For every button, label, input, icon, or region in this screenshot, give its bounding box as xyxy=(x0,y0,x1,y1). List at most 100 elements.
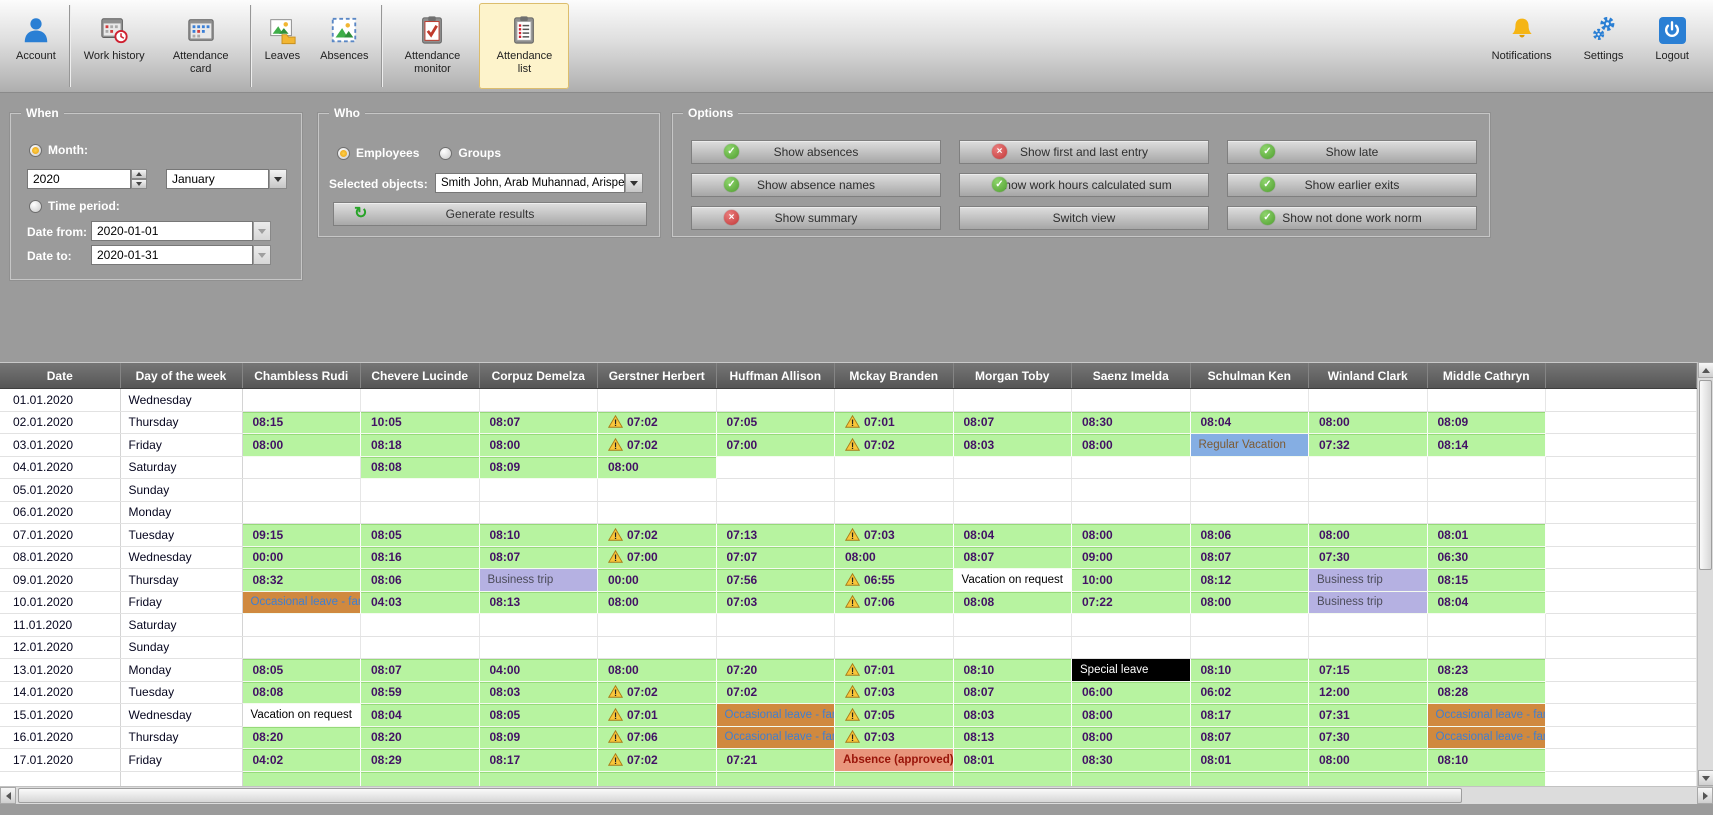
empty-cell[interactable] xyxy=(479,389,598,412)
entry-cell[interactable]: 08:20 xyxy=(361,726,480,749)
entry-cell[interactable]: 08:00 xyxy=(242,434,361,457)
entry-cell[interactable]: 08:10 xyxy=(1427,749,1546,772)
option-button-show-summary[interactable]: ×Show summary xyxy=(691,206,941,230)
day-of-week-cell[interactable]: Thursday xyxy=(120,569,242,592)
date-cell[interactable]: 05.01.2020 xyxy=(0,479,120,502)
toolbar-item-attendance-card[interactable]: Attendance card xyxy=(156,3,246,89)
empty-cell[interactable] xyxy=(242,389,361,412)
empty-cell[interactable] xyxy=(716,614,835,637)
empty-cell[interactable] xyxy=(1427,389,1546,412)
entry-cell[interactable]: 08:00 xyxy=(598,659,717,682)
option-button-show-work-hours-calculated-sum[interactable]: ✓Show work hours calculated sum xyxy=(959,173,1209,197)
column-header-chevere-lucinde[interactable]: Chevere Lucinde xyxy=(361,363,480,389)
day-of-week-cell[interactable]: Friday xyxy=(120,434,242,457)
entry-cell[interactable]: 08:15 xyxy=(242,411,361,434)
entry-cell[interactable]: 08:14 xyxy=(1427,434,1546,457)
entry-cell[interactable]: 07:15 xyxy=(1309,659,1428,682)
entry-cell[interactable]: 07:05 xyxy=(716,411,835,434)
entry-cell[interactable]: 07:07 xyxy=(716,546,835,569)
date-cell[interactable]: 14.01.2020 xyxy=(0,681,120,704)
entry-cell[interactable] xyxy=(1190,771,1309,787)
entry-cell[interactable]: 07:22 xyxy=(1072,591,1191,614)
scroll-right-button[interactable] xyxy=(1697,787,1713,804)
late-entry-cell[interactable]: !07:03 xyxy=(835,524,954,547)
entry-cell[interactable]: 08:13 xyxy=(479,591,598,614)
date-cell[interactable]: 01.01.2020 xyxy=(0,389,120,412)
entry-cell[interactable]: 08:00 xyxy=(1072,704,1191,727)
horizontal-scrollbar[interactable] xyxy=(0,786,1713,804)
empty-cell[interactable] xyxy=(598,636,717,659)
option-button-switch-view[interactable]: Switch view xyxy=(959,206,1209,230)
entry-cell[interactable]: 04:03 xyxy=(361,591,480,614)
option-button-show-earlier-exits[interactable]: ✓Show earlier exits xyxy=(1227,173,1477,197)
empty-cell[interactable] xyxy=(835,456,954,479)
empty-cell[interactable] xyxy=(479,636,598,659)
date-cell[interactable]: 07.01.2020 xyxy=(0,524,120,547)
empty-cell[interactable] xyxy=(835,636,954,659)
column-header-mckay-branden[interactable]: Mckay Branden xyxy=(835,363,954,389)
entry-cell[interactable]: 08:07 xyxy=(1190,546,1309,569)
absence-cell[interactable]: Absence (approved) xyxy=(835,749,954,772)
entry-cell[interactable]: 08:20 xyxy=(242,726,361,749)
entry-cell[interactable]: 08:04 xyxy=(953,524,1072,547)
day-of-week-cell[interactable]: Wednesday xyxy=(120,546,242,569)
column-header-gerstner-herbert[interactable]: Gerstner Herbert xyxy=(598,363,717,389)
empty-cell[interactable] xyxy=(716,479,835,502)
entry-cell[interactable]: 08:01 xyxy=(1190,749,1309,772)
date-cell[interactable]: 10.01.2020 xyxy=(0,591,120,614)
empty-cell[interactable] xyxy=(835,501,954,524)
entry-cell[interactable]: 08:00 xyxy=(1072,726,1191,749)
entry-cell[interactable]: 08:13 xyxy=(953,726,1072,749)
late-entry-cell[interactable]: !07:00 xyxy=(598,546,717,569)
entry-cell[interactable]: 08:03 xyxy=(479,681,598,704)
empty-cell[interactable] xyxy=(1309,456,1428,479)
entry-cell[interactable]: 07:56 xyxy=(716,569,835,592)
column-header-saenz-imelda[interactable]: Saenz Imelda xyxy=(1072,363,1191,389)
empty-cell[interactable] xyxy=(479,479,598,502)
late-entry-cell[interactable]: !07:02 xyxy=(598,524,717,547)
time-period-radio[interactable] xyxy=(29,200,42,213)
entry-cell[interactable]: 08:18 xyxy=(361,434,480,457)
empty-cell[interactable] xyxy=(953,501,1072,524)
date-cell[interactable]: 04.01.2020 xyxy=(0,456,120,479)
absence-cell[interactable]: Occasional leave - fam xyxy=(242,591,361,614)
entry-cell[interactable]: 08:05 xyxy=(242,659,361,682)
absence-cell[interactable]: Occasional leave - fam xyxy=(716,726,835,749)
empty-cell[interactable] xyxy=(953,636,1072,659)
entry-cell[interactable]: 08:06 xyxy=(1190,524,1309,547)
entry-cell[interactable]: 07:13 xyxy=(716,524,835,547)
empty-cell[interactable] xyxy=(1309,636,1428,659)
entry-cell[interactable] xyxy=(835,771,954,787)
toolbar-item-settings[interactable]: Settings xyxy=(1575,3,1633,89)
vertical-scroll-thumb[interactable] xyxy=(1699,380,1712,570)
day-of-week-cell[interactable]: Monday xyxy=(120,501,242,524)
empty-cell[interactable] xyxy=(1072,479,1191,502)
day-of-week-cell[interactable]: Tuesday xyxy=(120,681,242,704)
toolbar-item-work-history[interactable]: Work history xyxy=(75,3,154,89)
empty-cell[interactable] xyxy=(835,389,954,412)
late-entry-cell[interactable]: !07:01 xyxy=(835,411,954,434)
empty-cell[interactable] xyxy=(953,456,1072,479)
empty-cell[interactable] xyxy=(242,479,361,502)
empty-cell[interactable] xyxy=(1427,501,1546,524)
late-entry-cell[interactable]: !07:01 xyxy=(598,704,717,727)
entry-cell[interactable]: 08:10 xyxy=(1190,659,1309,682)
entry-cell[interactable]: 08:59 xyxy=(361,681,480,704)
empty-cell[interactable] xyxy=(716,456,835,479)
entry-cell[interactable]: 08:00 xyxy=(598,456,717,479)
vertical-scrollbar[interactable] xyxy=(1697,362,1713,786)
entry-cell[interactable]: 08:01 xyxy=(953,749,1072,772)
entry-cell[interactable]: 07:02 xyxy=(716,681,835,704)
entry-cell[interactable]: 06:02 xyxy=(1190,681,1309,704)
empty-cell[interactable] xyxy=(1427,479,1546,502)
absence-cell[interactable]: Occasional leave - fam xyxy=(1427,704,1546,727)
entry-cell[interactable]: 08:07 xyxy=(953,411,1072,434)
empty-cell[interactable] xyxy=(716,636,835,659)
empty-cell[interactable] xyxy=(361,614,480,637)
empty-cell[interactable] xyxy=(1072,614,1191,637)
option-button-show-first-and-last-entry[interactable]: ×Show first and last entry xyxy=(959,140,1209,164)
entry-cell[interactable]: 08:04 xyxy=(1427,591,1546,614)
late-entry-cell[interactable]: !07:05 xyxy=(835,704,954,727)
column-header-chambless-rudi[interactable]: Chambless Rudi xyxy=(242,363,361,389)
scroll-left-button[interactable] xyxy=(0,787,16,804)
